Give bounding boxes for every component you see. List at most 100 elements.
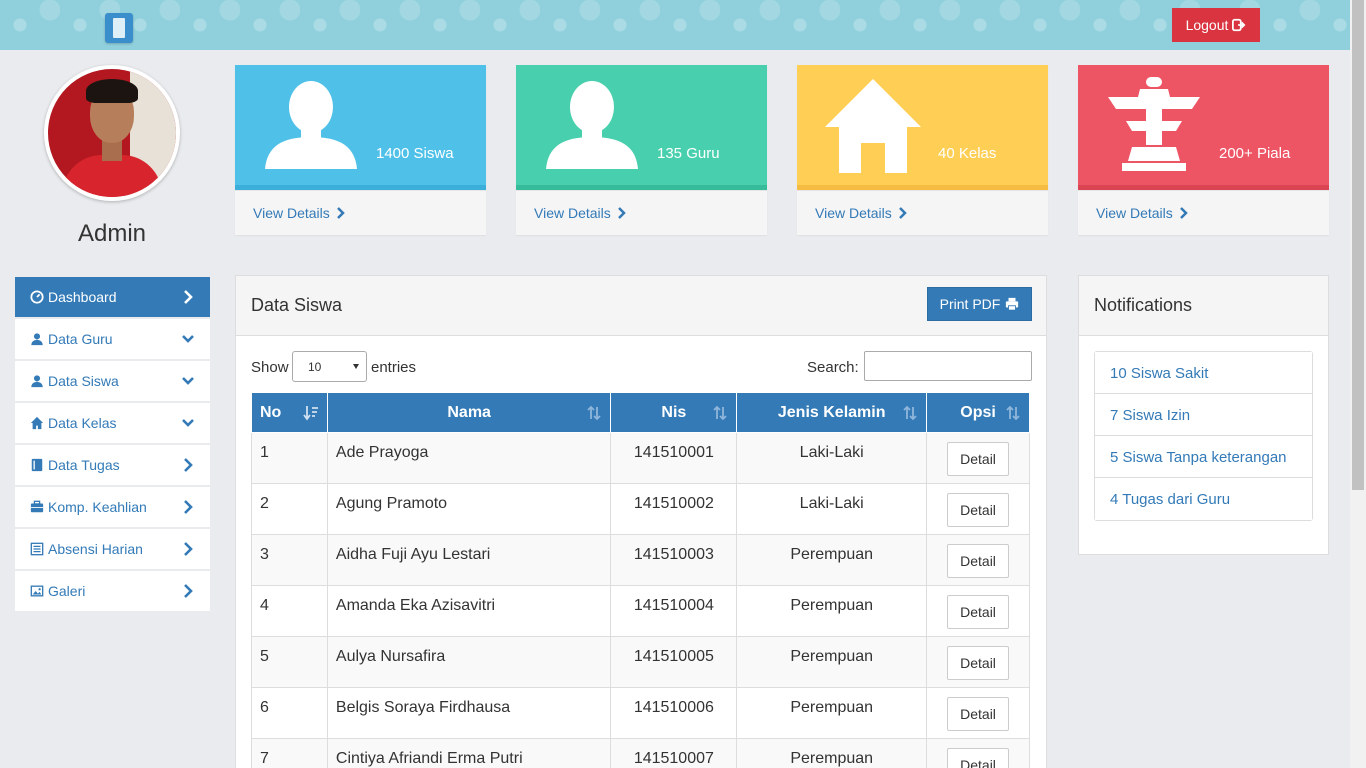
detail-button[interactable]: Detail <box>947 697 1010 731</box>
column-label: Nis <box>661 403 687 421</box>
print-pdf-button[interactable]: Print PDF <box>927 287 1032 321</box>
column-header-nis[interactable]: Nis <box>610 392 738 433</box>
cell-no: 1 <box>251 432 328 484</box>
sidebar-item-label: Komp. Keahlian <box>48 499 147 515</box>
cell-nama: Agung Pramoto <box>326 483 612 535</box>
sidebar-item-label: Absensi Harian <box>48 541 143 557</box>
view-details-link[interactable]: View Details <box>235 190 486 235</box>
column-header-opsi[interactable]: Opsi <box>926 392 1030 433</box>
sidebar-item-data-guru[interactable]: Data Guru <box>15 319 210 359</box>
column-header-nama[interactable]: Nama <box>326 392 612 433</box>
page-size-select[interactable]: 10 <box>292 351 367 382</box>
sidebar-item-label: Galeri <box>48 583 86 599</box>
stat-card-body: 1400 Siswa <box>235 65 486 185</box>
sidebar-item-absensi-harian[interactable]: Absensi Harian <box>15 529 210 569</box>
panel-heading: Notifications <box>1079 276 1328 336</box>
sort-icon <box>902 405 918 421</box>
chevron-down-icon <box>182 332 194 346</box>
cell-nis: 141510002 <box>610 483 738 535</box>
cell-opsi: Detail <box>926 585 1030 637</box>
column-header-jenis-kelamin[interactable]: Jenis Kelamin <box>736 392 928 433</box>
stat-card-body: 135 Guru <box>516 65 767 185</box>
table-row: 4 Amanda Eka Azisavitri 141510004 Peremp… <box>251 585 1030 637</box>
sidebar-item-data-siswa[interactable]: Data Siswa <box>15 361 210 401</box>
chevron-right-icon <box>617 207 626 219</box>
caret-down-icon <box>353 364 359 369</box>
view-details-label: View Details <box>534 205 611 221</box>
search-input[interactable] <box>864 351 1032 381</box>
avatar <box>44 65 180 201</box>
table-header-row: No Nama Nis Jenis Kelamin Opsi <box>251 392 1030 433</box>
datatable-controls: Show 10 entries Search: <box>251 351 1032 383</box>
app-logo-icon[interactable] <box>105 13 133 43</box>
sidebar-item-label: Data Kelas <box>48 415 117 431</box>
stat-count: 40 Kelas <box>938 145 997 162</box>
data-siswa-panel: Data Siswa Print PDF Show 10 entries Sea… <box>235 275 1047 768</box>
cell-jenis-kelamin: Perempuan <box>736 585 928 637</box>
stat-card-guru: 135 Guru View Details <box>516 65 767 235</box>
sidebar-item-komp-keahlian[interactable]: Komp. Keahlian <box>15 487 210 527</box>
detail-button[interactable]: Detail <box>947 748 1010 768</box>
panel-title: Notifications <box>1094 295 1193 315</box>
sidebar-item-label: Data Tugas <box>48 457 120 473</box>
chevron-right-icon <box>182 290 194 304</box>
chevron-right-icon <box>182 458 194 472</box>
detail-button[interactable]: Detail <box>947 442 1010 476</box>
top-navbar: Logout <box>0 0 1350 50</box>
user-silhouette-icon <box>263 77 359 173</box>
logout-label: Logout <box>1185 17 1229 33</box>
table-row: 3 Aidha Fuji Ayu Lestari 141510003 Perem… <box>251 534 1030 586</box>
cell-no: 6 <box>251 687 328 739</box>
list-item[interactable]: 4 Tugas dari Guru <box>1095 478 1312 520</box>
detail-button[interactable]: Detail <box>947 646 1010 680</box>
siswa-table: No Nama Nis Jenis Kelamin Opsi 1 Ade Pra… <box>251 392 1030 768</box>
chevron-right-icon <box>1179 207 1188 219</box>
column-label: Nama <box>447 403 491 421</box>
notification-list: 10 Siswa Sakit 7 Siswa Izin 5 Siswa Tanp… <box>1094 351 1313 521</box>
column-header-no[interactable]: No <box>251 392 328 433</box>
detail-button[interactable]: Detail <box>947 595 1010 629</box>
chevron-right-icon <box>898 207 907 219</box>
book-icon <box>30 458 44 472</box>
cell-nis: 141510007 <box>610 738 738 768</box>
stat-card-piala: 200+ Piala View Details <box>1078 65 1329 235</box>
cell-jenis-kelamin: Perempuan <box>736 738 928 768</box>
house-icon <box>825 77 921 173</box>
stat-count: 135 Guru <box>657 145 720 162</box>
view-details-link[interactable]: View Details <box>516 190 767 235</box>
detail-button[interactable]: Detail <box>947 493 1010 527</box>
column-label: Jenis Kelamin <box>777 403 886 421</box>
scrollbar-thumb[interactable] <box>1352 0 1364 490</box>
cell-nama: Cintiya Afriandi Erma Putri <box>326 738 612 768</box>
detail-button[interactable]: Detail <box>947 544 1010 578</box>
column-label: No <box>260 403 282 421</box>
cell-opsi: Detail <box>926 534 1030 586</box>
sort-icon <box>586 405 602 421</box>
view-details-label: View Details <box>815 205 892 221</box>
view-details-link[interactable]: View Details <box>1078 190 1329 235</box>
table-row: 1 Ade Prayoga 141510001 Laki-Laki Detail <box>251 432 1030 484</box>
logout-button[interactable]: Logout <box>1172 8 1260 42</box>
stat-count: 1400 Siswa <box>376 145 454 162</box>
sidebar-nav: Dashboard Data Guru Data Siswa Data Kela… <box>15 277 210 613</box>
cell-nis: 141510005 <box>610 636 738 688</box>
list-item[interactable]: 5 Siswa Tanpa keterangan <box>1095 436 1312 478</box>
sort-icon <box>712 405 728 421</box>
list-item[interactable]: 10 Siswa Sakit <box>1095 352 1312 394</box>
sidebar-item-data-kelas[interactable]: Data Kelas <box>15 403 210 443</box>
sidebar-item-galeri[interactable]: Galeri <box>15 571 210 611</box>
search-label: Search: <box>807 359 859 376</box>
entries-label: entries <box>371 359 417 376</box>
sidebar-item-data-tugas[interactable]: Data Tugas <box>15 445 210 485</box>
cell-opsi: Detail <box>926 636 1030 688</box>
trophy-icon <box>1106 77 1202 173</box>
sidebar-item-label: Data Siswa <box>48 373 119 389</box>
page-size-value: 10 <box>308 360 322 374</box>
cell-jenis-kelamin: Perempuan <box>736 636 928 688</box>
list-item[interactable]: 7 Siswa Izin <box>1095 394 1312 436</box>
cell-nis: 141510006 <box>610 687 738 739</box>
view-details-link[interactable]: View Details <box>797 190 1048 235</box>
table-row: 5 Aulya Nursafira 141510005 Perempuan De… <box>251 636 1030 688</box>
chevron-right-icon <box>336 207 345 219</box>
sidebar-item-dashboard[interactable]: Dashboard <box>15 277 210 317</box>
